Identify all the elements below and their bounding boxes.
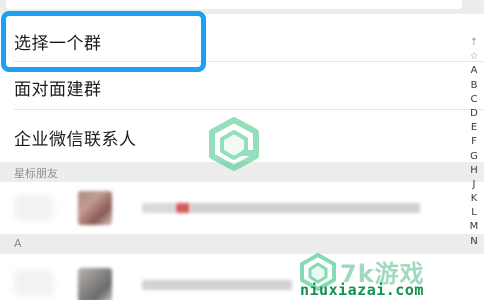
index-item[interactable]: F — [464, 135, 484, 149]
highlight-box — [1, 11, 206, 72]
index-item[interactable]: E — [464, 121, 484, 135]
contact-avatar — [78, 268, 112, 300]
alphabet-index-bar[interactable]: ↑ ☆ A B C D E F G H J K L M N — [464, 36, 484, 300]
index-item[interactable]: C — [464, 93, 484, 107]
index-item[interactable]: L — [464, 206, 484, 220]
contact-avatar — [78, 191, 112, 225]
watermark-url: niuxiazai.com — [300, 281, 424, 299]
blurred-placeholder — [14, 270, 54, 296]
contact-name-blurred — [176, 203, 190, 213]
contact-name-blurred — [142, 280, 292, 290]
index-item[interactable]: G — [464, 150, 484, 164]
index-item[interactable]: K — [464, 192, 484, 206]
section-header-label: 星标朋友 — [14, 167, 58, 180]
contact-name-blurred — [142, 203, 176, 213]
index-item[interactable]: N — [464, 235, 484, 249]
index-item[interactable]: M — [464, 220, 484, 234]
index-item[interactable]: H — [464, 164, 484, 178]
section-header-a: A — [0, 234, 484, 254]
menu-item-label: 面对面建群 — [14, 80, 102, 100]
contact-name-blurred — [190, 203, 420, 213]
contact-row-starred[interactable] — [0, 182, 484, 234]
index-item-top[interactable]: ↑ — [464, 36, 484, 50]
index-item[interactable]: J — [464, 178, 484, 192]
blurred-placeholder — [14, 195, 54, 221]
section-header-label: A — [14, 237, 22, 250]
watermark-logo-icon — [209, 117, 259, 171]
index-item-star[interactable]: ☆ — [464, 50, 484, 64]
index-item[interactable]: B — [464, 79, 484, 93]
index-item[interactable]: D — [464, 107, 484, 121]
menu-item-label: 企业微信联系人 — [14, 130, 137, 150]
index-item[interactable]: A — [464, 64, 484, 78]
search-bar-edge[interactable] — [6, 0, 462, 9]
